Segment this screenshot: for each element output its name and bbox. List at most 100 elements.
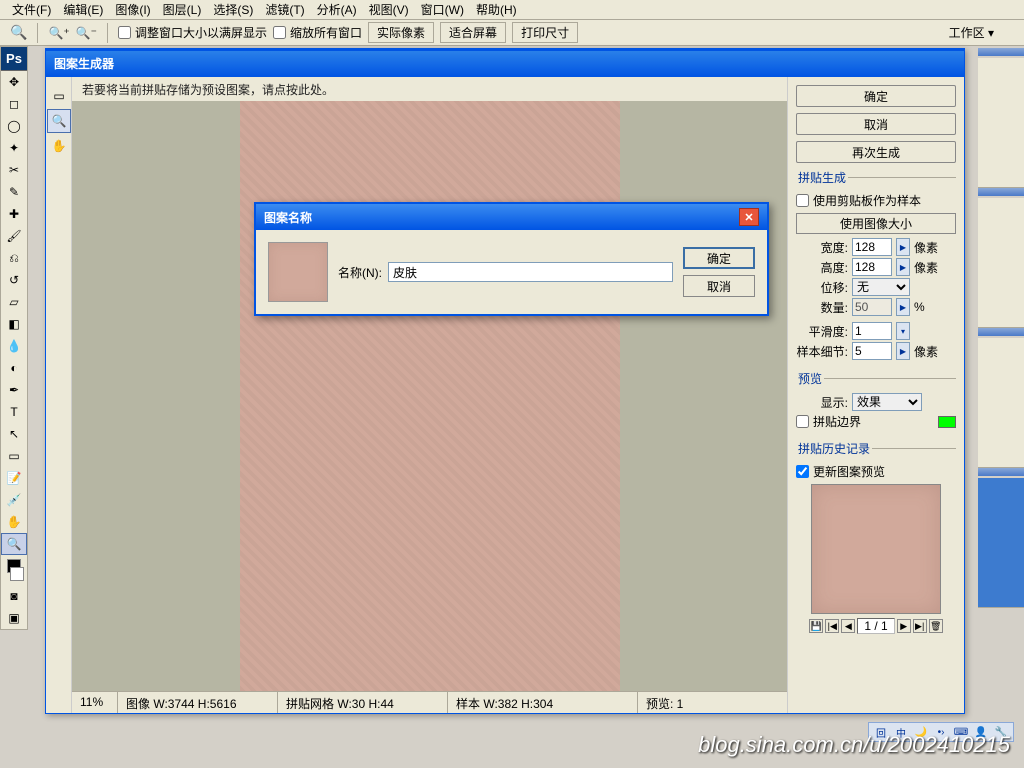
menu-view[interactable]: 视图(V) [365, 0, 413, 20]
shape-tool-icon[interactable]: ▭ [1, 445, 27, 467]
pm-show-select[interactable]: 效果 [852, 393, 922, 411]
menu-select[interactable]: 选择(S) [209, 0, 257, 20]
pm-generation-legend: 拼贴生成 [796, 169, 848, 186]
pm-offset-select[interactable]: 无 [852, 278, 910, 296]
pm-width-input[interactable] [852, 238, 892, 256]
opt-print-size[interactable]: 打印尺寸 [512, 22, 578, 43]
pm-smooth-spinner[interactable]: ▾ [896, 322, 910, 340]
color-swatches[interactable] [1, 555, 27, 585]
zoom-out-icon[interactable]: 🔍⁻ [76, 26, 97, 40]
pm-hand-icon[interactable]: ✋ [47, 134, 71, 158]
pm-height-spinner[interactable]: ▶ [896, 258, 910, 276]
pm-detail-unit: 像素 [914, 343, 940, 360]
pm-right-panel: 确定 取消 再次生成 拼贴生成 使用剪贴板作为样本 使用图像大小 宽度:▶像素 … [788, 77, 964, 713]
menu-layer[interactable]: 图层(L) [159, 0, 206, 20]
stamp-tool-icon[interactable]: ⎌ [1, 247, 27, 269]
gradient-tool-icon[interactable]: ◧ [1, 313, 27, 335]
opt-actual-pixels[interactable]: 实际像素 [368, 22, 434, 43]
pm-last-icon[interactable]: ▶| [913, 619, 927, 633]
dialog-cancel-button[interactable]: 取消 [683, 275, 755, 297]
pm-preview-legend: 预览 [796, 370, 824, 387]
pm-history-legend: 拼贴历史记录 [796, 440, 872, 457]
pm-first-icon[interactable]: |◀ [825, 619, 839, 633]
pm-height-unit: 像素 [914, 259, 940, 276]
pm-save-preset-icon[interactable]: 💾 [809, 619, 823, 633]
pm-cancel-button[interactable]: 取消 [796, 113, 956, 135]
menu-window[interactable]: 窗口(W) [417, 0, 468, 20]
eraser-tool-icon[interactable]: ▱ [1, 291, 27, 313]
move-tool-icon[interactable]: ✥ [1, 71, 27, 93]
menu-file[interactable]: 文件(F) [8, 0, 55, 20]
pattern-maker-title: 图案生成器 [46, 51, 964, 77]
history-brush-icon[interactable]: ↺ [1, 269, 27, 291]
eyedropper-tool-icon[interactable]: 💉 [1, 489, 27, 511]
opt-fit-screen[interactable]: 适合屏幕 [440, 22, 506, 43]
menu-image[interactable]: 图像(I) [111, 0, 154, 20]
pm-ok-button[interactable]: 确定 [796, 85, 956, 107]
workspace-dropdown[interactable]: 工作区 ▾ [949, 24, 994, 41]
zoom-tool-icon[interactable]: 🔍 [1, 533, 27, 555]
dodge-tool-icon[interactable]: ◐ [1, 357, 27, 379]
dialog-ok-button[interactable]: 确定 [683, 247, 755, 269]
dialog-name-input[interactable] [388, 262, 673, 282]
menu-help[interactable]: 帮助(H) [472, 0, 521, 20]
menu-edit[interactable]: 编辑(E) [59, 0, 107, 20]
pm-amount-spinner: ▶ [896, 298, 910, 316]
pm-amount-label: 数量: [796, 299, 848, 316]
pm-bounds-label: 拼贴边界 [813, 413, 861, 430]
pm-amount-input [852, 298, 892, 316]
pm-update-label: 更新图案预览 [813, 463, 885, 480]
path-tool-icon[interactable]: ↖ [1, 423, 27, 445]
background-swatch[interactable] [10, 567, 24, 581]
pm-detail-label: 样本细节: [796, 343, 848, 360]
marquee-tool-icon[interactable]: ◻ [1, 93, 27, 115]
pm-prev-icon[interactable]: ◀ [841, 619, 855, 633]
pm-detail-spinner[interactable]: ▶ [896, 342, 910, 360]
pm-delete-icon[interactable]: 🗑 [929, 619, 943, 633]
pm-regenerate-button[interactable]: 再次生成 [796, 141, 956, 163]
dialog-close-button[interactable]: ✕ [739, 208, 759, 226]
brush-tool-icon[interactable]: 🖌 [1, 225, 27, 247]
pm-detail-input[interactable] [852, 342, 892, 360]
opt-fit-window[interactable]: 调整窗口大小以满屏显示 [118, 24, 267, 41]
blur-tool-icon[interactable]: 💧 [1, 335, 27, 357]
pm-smooth-label: 平滑度: [796, 323, 848, 340]
notes-tool-icon[interactable]: 📝 [1, 467, 27, 489]
healing-tool-icon[interactable]: ✚ [1, 203, 27, 225]
pm-smooth-input[interactable] [852, 322, 892, 340]
pm-status-zoom: 11% [72, 692, 118, 713]
pm-status-bar: 11% 图像 W:3744 H:5616 拼贴网格 W:30 H:44 样本 W… [72, 691, 787, 713]
zoom-in-icon[interactable]: 🔍⁺ [48, 26, 69, 40]
pm-width-label: 宽度: [796, 239, 848, 256]
pm-marquee-icon[interactable]: ▭ [47, 84, 71, 108]
pm-bounds-color[interactable] [938, 416, 956, 428]
quickmask-icon[interactable]: ◙ [1, 585, 27, 607]
pm-update-check[interactable] [796, 465, 809, 478]
pm-use-clipboard-check[interactable] [796, 194, 809, 207]
wand-tool-icon[interactable]: ✦ [1, 137, 27, 159]
dialog-title: 图案名称 ✕ [256, 204, 767, 230]
menu-analysis[interactable]: 分析(A) [313, 0, 361, 20]
pm-next-icon[interactable]: ▶ [897, 619, 911, 633]
type-tool-icon[interactable]: T [1, 401, 27, 423]
watermark-text: blog.sina.com.cn/u/2002410215 [698, 732, 1010, 758]
pm-height-input[interactable] [852, 258, 892, 276]
menu-filter[interactable]: 滤镜(T) [261, 0, 308, 20]
pm-use-image-size-button[interactable]: 使用图像大小 [796, 213, 956, 234]
pm-hint-text[interactable]: 若要将当前拼贴存储为预设图案，请点按此处。 [72, 77, 787, 101]
opt-zoom-all[interactable]: 缩放所有窗口 [273, 24, 362, 41]
pen-tool-icon[interactable]: ✒ [1, 379, 27, 401]
crop-tool-icon[interactable]: ✂ [1, 159, 27, 181]
pm-bounds-check[interactable] [796, 415, 809, 428]
lasso-tool-icon[interactable]: ◯ [1, 115, 27, 137]
screenmode-icon[interactable]: ▣ [1, 607, 27, 629]
pm-preview-canvas[interactable] [72, 101, 787, 691]
hand-tool-icon[interactable]: ✋ [1, 511, 27, 533]
pm-width-spinner[interactable]: ▶ [896, 238, 910, 256]
slice-tool-icon[interactable]: ✎ [1, 181, 27, 203]
pm-width-unit: 像素 [914, 239, 940, 256]
pm-status-image: 图像 W:3744 H:5616 [118, 692, 278, 713]
pm-zoom-icon[interactable]: 🔍 [47, 109, 71, 133]
pm-use-clipboard-label: 使用剪贴板作为样本 [813, 192, 921, 209]
pm-show-label: 显示: [796, 394, 848, 411]
